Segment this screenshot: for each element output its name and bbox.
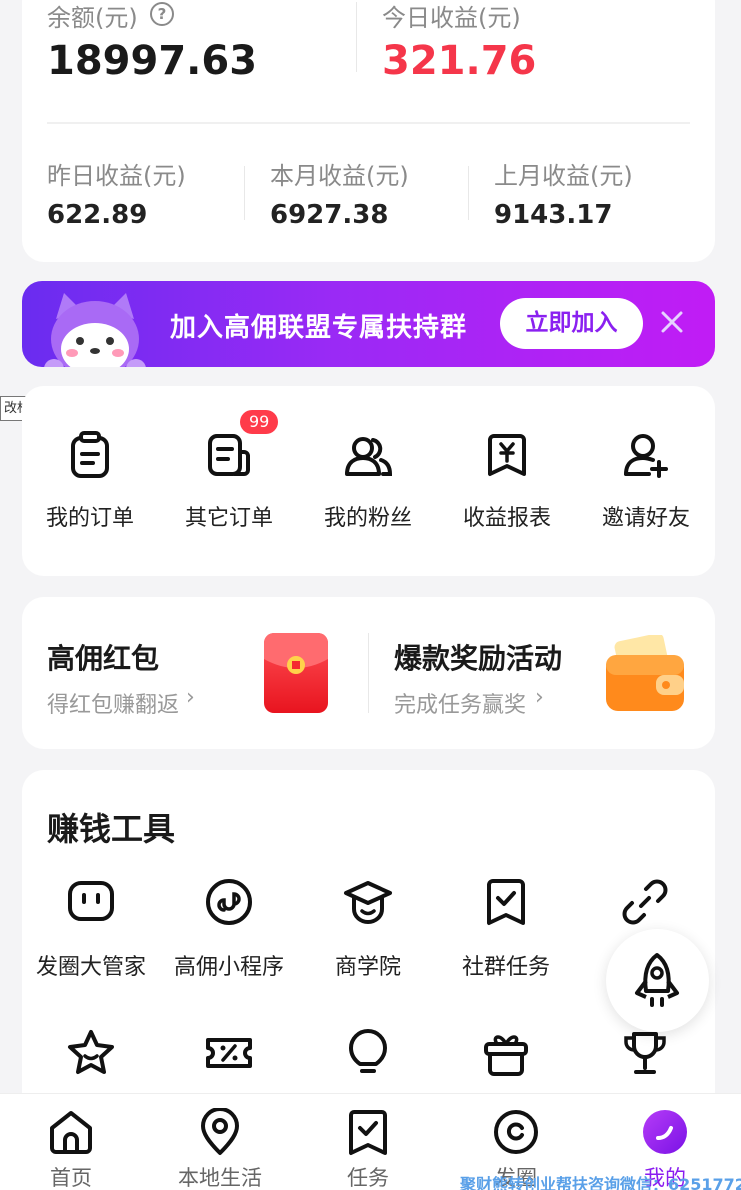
join-group-banner[interactable]: 加入高佣联盟专属扶持群 立即加入 bbox=[22, 281, 715, 367]
moments-icon bbox=[494, 1110, 538, 1154]
coupon-icon bbox=[206, 1038, 252, 1068]
star-icon bbox=[68, 1030, 114, 1074]
tool-row2-item[interactable] bbox=[576, 1028, 714, 1078]
menu-item-label: 我的订单 bbox=[45, 506, 134, 531]
yesterday-earnings-value: 622.89 bbox=[47, 200, 148, 230]
floating-rocket-button[interactable] bbox=[606, 929, 709, 1032]
invite-icon bbox=[624, 434, 668, 478]
order-icon bbox=[71, 431, 109, 478]
mascot-icon bbox=[44, 293, 146, 367]
help-icon[interactable]: ? bbox=[150, 2, 174, 26]
menu-item-my-orders[interactable]: 我的订单 bbox=[25, 416, 155, 532]
task-icon bbox=[349, 1110, 387, 1155]
task-check-icon bbox=[487, 879, 525, 925]
tool-label: 高佣小程序 bbox=[173, 955, 284, 980]
join-now-button[interactable]: 立即加入 bbox=[500, 298, 643, 349]
menu-item-my-fans[interactable]: 我的粉丝 bbox=[303, 416, 433, 532]
report-icon bbox=[488, 434, 526, 476]
balance-label: 余额(元) bbox=[47, 4, 138, 32]
tool-business-school[interactable]: 商学院 bbox=[299, 877, 437, 981]
divider bbox=[244, 166, 245, 220]
watermark-text: 聚财熊转创业帮扶咨询微信：625177219 bbox=[460, 1175, 741, 1190]
tool-row2-item[interactable] bbox=[299, 1028, 437, 1078]
rocket-icon bbox=[635, 953, 679, 1007]
chevron-right-icon: › bbox=[535, 685, 544, 710]
nav-label: 首页 bbox=[50, 1166, 92, 1190]
section-title: 赚钱工具 bbox=[47, 810, 176, 848]
divider bbox=[468, 166, 469, 220]
divider bbox=[368, 633, 369, 713]
menu-item-label: 其它订单 bbox=[184, 506, 273, 531]
nav-home[interactable]: 首页 bbox=[21, 1108, 121, 1190]
balance-value: 18997.63 bbox=[47, 38, 258, 84]
this-month-earnings-label: 本月收益(元) bbox=[270, 162, 409, 190]
nav-label: 任务 bbox=[347, 1166, 389, 1190]
chevron-right-icon: › bbox=[186, 685, 195, 710]
today-earnings-label: 今日收益(元) bbox=[382, 4, 521, 32]
promo-title: 爆款奖励活动 bbox=[394, 642, 563, 675]
location-icon bbox=[201, 1108, 239, 1155]
nav-local-life[interactable]: 本地生活 bbox=[170, 1108, 270, 1190]
promo-subtitle: 完成任务赢奖 bbox=[394, 693, 527, 718]
close-icon[interactable] bbox=[658, 308, 686, 336]
promo-subtitle: 得红包赚翻返 bbox=[47, 693, 180, 718]
divider bbox=[356, 2, 357, 72]
wallet-icon bbox=[606, 635, 684, 711]
chat-face-icon bbox=[68, 881, 114, 921]
last-month-earnings-value: 9143.17 bbox=[494, 200, 613, 230]
banner-text: 加入高佣联盟专属扶持群 bbox=[170, 313, 468, 343]
menu-item-invite-friends[interactable]: 邀请好友 bbox=[581, 416, 711, 532]
menu-item-label: 我的粉丝 bbox=[323, 506, 412, 531]
fans-icon bbox=[345, 437, 393, 476]
other-order-icon bbox=[208, 434, 250, 476]
tool-row2-item[interactable] bbox=[22, 1028, 160, 1078]
lightbulb-icon bbox=[349, 1029, 387, 1073]
promo-card: 高佣红包 得红包赚翻返 › 爆款奖励活动 完成任务赢奖 › bbox=[22, 597, 715, 749]
gift-icon bbox=[484, 1035, 528, 1076]
this-month-earnings-value: 6927.38 bbox=[270, 200, 389, 230]
nav-label: 本地生活 bbox=[178, 1166, 262, 1190]
menu-item-other-orders[interactable]: 其它订单 bbox=[164, 416, 294, 532]
tool-moments-manager[interactable]: 发圈大管家 bbox=[22, 877, 160, 981]
today-earnings-value: 321.76 bbox=[382, 38, 537, 84]
profile-icon bbox=[643, 1110, 687, 1154]
last-month-earnings-label: 上月收益(元) bbox=[494, 162, 633, 190]
nav-tasks[interactable]: 任务 bbox=[318, 1108, 418, 1190]
graduation-cap-icon bbox=[344, 881, 392, 925]
trophy-icon bbox=[624, 1032, 666, 1074]
yesterday-earnings-label: 昨日收益(元) bbox=[47, 162, 186, 190]
tool-label: 社群任务 bbox=[461, 955, 550, 980]
menu-item-label: 邀请好友 bbox=[601, 506, 690, 531]
home-icon bbox=[50, 1111, 92, 1154]
menu-item-earnings-report[interactable]: 收益报表 bbox=[442, 416, 572, 532]
divider bbox=[47, 122, 690, 124]
link-icon bbox=[622, 879, 668, 925]
tool-label: 发圈大管家 bbox=[35, 955, 146, 980]
red-packet-icon bbox=[264, 633, 328, 713]
order-count-badge: 99 bbox=[240, 410, 279, 434]
tool-mini-program[interactable]: 高佣小程序 bbox=[160, 877, 298, 981]
menu-item-label: 收益报表 bbox=[462, 506, 551, 531]
earnings-card: 余额(元) ? 18997.63 今日收益(元) 321.76 昨日收益(元) … bbox=[22, 0, 715, 262]
quick-menu-card: 我的订单 其它订单 99 我的粉丝 收益报表 邀请好友 bbox=[22, 386, 715, 576]
tool-group-tasks[interactable]: 社群任务 bbox=[437, 877, 575, 981]
mini-program-icon bbox=[206, 879, 252, 925]
promo-title: 高佣红包 bbox=[47, 642, 160, 675]
tool-row2-item[interactable] bbox=[160, 1028, 298, 1078]
tool-label: 商学院 bbox=[334, 955, 401, 980]
tool-row2-item[interactable] bbox=[437, 1028, 575, 1078]
